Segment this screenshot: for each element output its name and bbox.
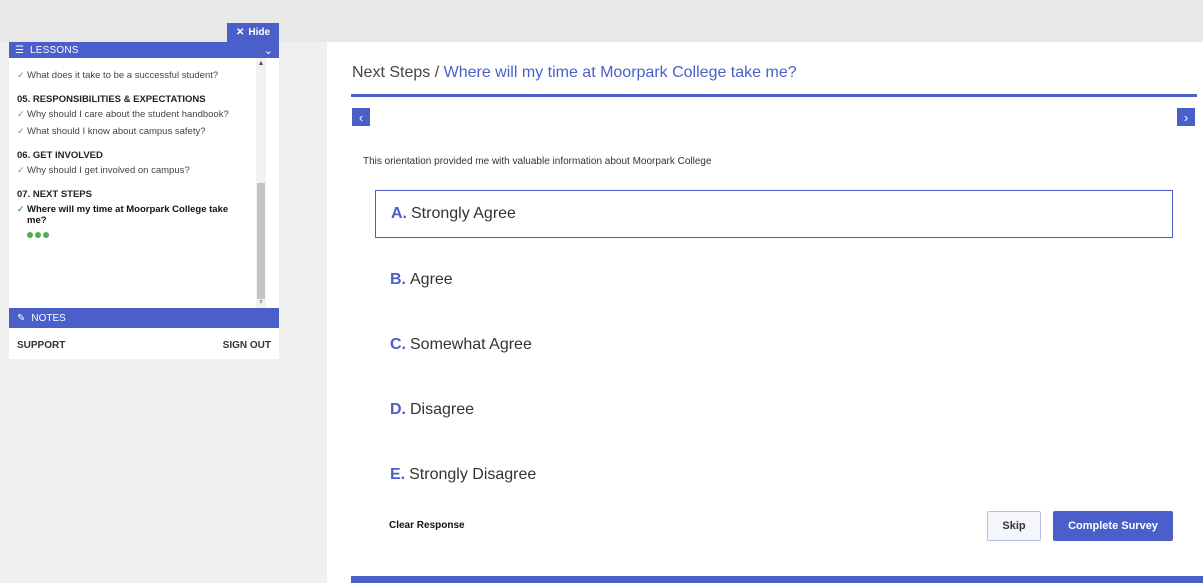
lesson-item-label: Where will my time at Moorpark College t…: [27, 204, 229, 226]
chevron-down-icon[interactable]: ⌄: [264, 44, 273, 57]
lessons-list: ✓ What does it take to be a successful s…: [17, 70, 247, 238]
lessons-label: LESSONS: [29, 44, 79, 56]
scroll-down-icon[interactable]: ▼: [256, 299, 266, 306]
chevron-left-icon: ‹: [358, 109, 364, 125]
option-letter: B.: [390, 271, 406, 288]
next-button[interactable]: ›: [1177, 108, 1195, 126]
main-content: Next Steps / Where will my time at Moorp…: [327, 42, 1203, 583]
scrollbar-thumb[interactable]: [257, 183, 265, 299]
breadcrumb-current: Where will my time at Moorpark College t…: [443, 64, 797, 81]
complete-survey-button[interactable]: Complete Survey: [1053, 511, 1173, 541]
notes-header[interactable]: ✎ NOTES: [9, 308, 279, 328]
check-icon: ✓: [17, 165, 25, 175]
hide-sidebar-button[interactable]: ✕ Hide: [227, 23, 279, 42]
support-link[interactable]: SUPPORT: [17, 340, 65, 351]
lessons-header[interactable]: ☰ LESSONS ⌄: [9, 42, 279, 58]
edit-icon: ✎: [17, 312, 26, 324]
section-title: 05. RESPONSIBILITIES & EXPECTATIONS: [17, 94, 206, 105]
breadcrumb: Next Steps / Where will my time at Moorp…: [352, 64, 797, 82]
lesson-item-label: Why should I care about the student hand…: [27, 109, 229, 120]
lesson-item-label: What should I know about campus safety?: [27, 126, 206, 137]
hide-label: Hide: [248, 27, 271, 38]
top-bar: [0, 0, 1203, 42]
section-title: 07. NEXT STEPS: [17, 189, 92, 200]
close-icon: ✕: [235, 27, 245, 38]
option-letter: D.: [390, 401, 406, 418]
breadcrumb-section: Next Steps /: [352, 64, 440, 81]
clear-response-link[interactable]: Clear Response: [389, 520, 465, 531]
lesson-item-label: Why should I get involved on campus?: [27, 165, 190, 176]
option-letter: C.: [390, 336, 406, 353]
option-c[interactable]: C. Somewhat Agree: [375, 321, 1173, 369]
progress-dots: [27, 232, 247, 238]
check-icon: ✓: [17, 204, 25, 214]
option-d[interactable]: D. Disagree: [375, 386, 1173, 434]
scroll-up-icon[interactable]: ▲: [256, 60, 266, 67]
header-divider: [351, 94, 1197, 97]
prev-button[interactable]: ‹: [352, 108, 370, 126]
check-icon: ✓: [17, 70, 25, 80]
option-label: Strongly Disagree: [409, 466, 537, 483]
option-e[interactable]: E. Strongly Disagree: [375, 451, 1173, 499]
sidebar-footer: SUPPORT SIGN OUT: [9, 340, 279, 351]
lesson-item-active[interactable]: ✓ Where will my time at Moorpark College…: [17, 204, 247, 226]
section-title: 06. GET INVOLVED: [17, 150, 103, 161]
list-icon: ☰: [15, 44, 24, 56]
lesson-item-label: What does it take to be a successful stu…: [27, 70, 219, 81]
scrollbar[interactable]: ▲ ▼: [256, 58, 266, 308]
option-letter: A.: [391, 205, 407, 222]
progress-dot: [43, 232, 49, 238]
survey-question: This orientation provided me with valuab…: [363, 156, 712, 167]
option-letter: E.: [390, 466, 406, 483]
lesson-item[interactable]: ✓ What does it take to be a successful s…: [17, 70, 247, 81]
lesson-item[interactable]: ✓ Why should I care about the student ha…: [17, 109, 247, 120]
check-icon: ✓: [17, 109, 25, 119]
lesson-item[interactable]: ✓ Why should I get involved on campus?: [17, 165, 247, 176]
option-label: Strongly Agree: [411, 205, 516, 222]
chevron-right-icon: ›: [1183, 109, 1189, 125]
option-a[interactable]: A. Strongly Agree: [375, 190, 1173, 238]
sidebar: ☰ LESSONS ⌄ ✓ What does it take to be a …: [9, 42, 279, 359]
option-label: Somewhat Agree: [410, 336, 532, 353]
notes-label: NOTES: [31, 312, 66, 324]
check-icon: ✓: [17, 126, 25, 136]
progress-dot: [35, 232, 41, 238]
lessons-list-container: ✓ What does it take to be a successful s…: [9, 58, 279, 308]
option-label: Agree: [410, 271, 453, 288]
skip-button[interactable]: Skip: [987, 511, 1041, 541]
bottom-bar: [351, 576, 1203, 583]
option-b[interactable]: B. Agree: [375, 256, 1173, 304]
option-label: Disagree: [410, 401, 475, 418]
sign-out-link[interactable]: SIGN OUT: [223, 340, 271, 351]
progress-dot: [27, 232, 33, 238]
lesson-item[interactable]: ✓ What should I know about campus safety…: [17, 126, 247, 137]
